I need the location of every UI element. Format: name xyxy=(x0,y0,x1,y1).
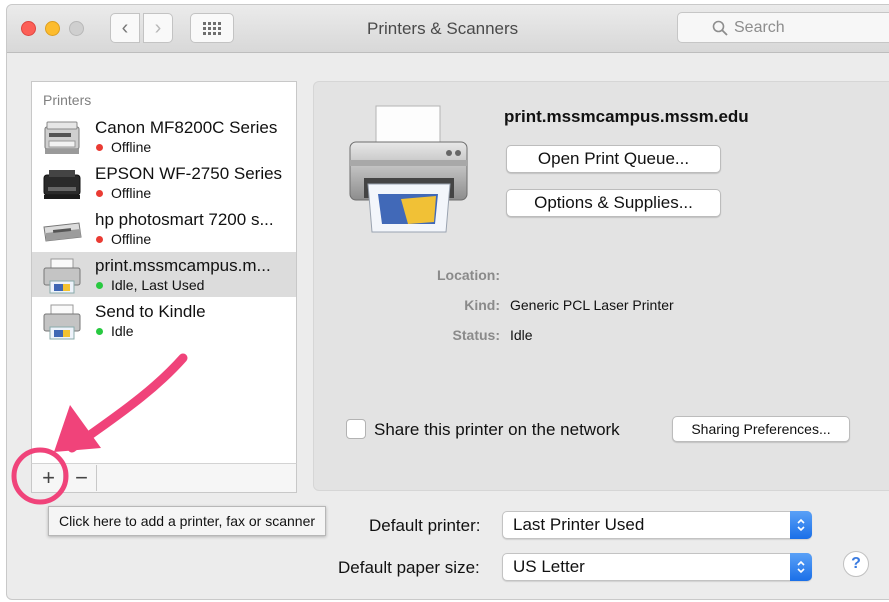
printer-item-canon[interactable]: Canon MF8200C Series Offline xyxy=(32,114,296,159)
search-placeholder: Search xyxy=(734,18,785,36)
printer-large-icon xyxy=(349,105,468,233)
status-dot-idle xyxy=(96,328,103,335)
status-dot-offline xyxy=(96,144,103,151)
open-print-queue-button[interactable]: Open Print Queue... xyxy=(506,145,721,173)
kind-label: Kind: xyxy=(464,297,500,313)
printer-list: Printers Canon MF8200C Series Offline EP… xyxy=(31,81,297,464)
add-printer-button[interactable]: + xyxy=(34,465,64,491)
location-label: Location: xyxy=(437,267,500,283)
share-printer-checkbox[interactable] xyxy=(346,419,366,439)
minimize-window-button[interactable] xyxy=(45,21,60,36)
multifunction-printer-icon xyxy=(44,121,80,154)
status-dot-idle xyxy=(96,282,103,289)
printer-name: print.mssmcampus.m... xyxy=(95,256,271,275)
chevron-left-icon: ‹ xyxy=(121,16,129,39)
printer-name: hp photosmart 7200 s... xyxy=(95,210,274,229)
back-button[interactable]: ‹ xyxy=(110,13,140,43)
chevron-right-icon: › xyxy=(154,16,162,39)
options-supplies-button[interactable]: Options & Supplies... xyxy=(506,189,721,217)
search-field[interactable]: Search xyxy=(677,12,889,43)
printer-item-hp[interactable]: hp photosmart 7200 s... Offline xyxy=(32,206,296,251)
default-paper-size-select[interactable]: US Letter xyxy=(502,553,812,581)
default-paper-size-label: Default paper size: xyxy=(338,558,480,577)
printer-list-header: Printers xyxy=(43,92,92,108)
printer-name: Send to Kindle xyxy=(95,302,206,321)
default-paper-size-value: US Letter xyxy=(513,557,585,576)
status-label: Status: xyxy=(452,327,500,343)
search-icon xyxy=(712,20,728,36)
printer-name: Canon MF8200C Series xyxy=(95,118,278,137)
zoom-window-button[interactable] xyxy=(69,21,84,36)
default-printer-select[interactable]: Last Printer Used xyxy=(502,511,812,539)
printer-status: Offline xyxy=(111,185,152,201)
kind-value: Generic PCL Laser Printer xyxy=(510,297,674,313)
printer-list-toolbar: + − xyxy=(31,463,297,493)
network-printer-icon xyxy=(43,258,81,294)
default-printer-value: Last Printer Used xyxy=(513,515,645,534)
printer-status: Offline xyxy=(111,139,152,155)
remove-printer-button[interactable]: − xyxy=(67,465,97,491)
printer-status: Offline xyxy=(111,231,152,247)
help-button[interactable]: ? xyxy=(843,551,869,577)
show-all-button[interactable] xyxy=(190,13,234,43)
select-stepper-icon xyxy=(790,511,812,539)
status-dot-offline xyxy=(96,236,103,243)
title-bar: ‹ › Printers & Scanners Search xyxy=(7,5,889,53)
printer-status: Idle xyxy=(111,323,134,339)
share-printer-label: Share this printer on the network xyxy=(374,420,620,439)
add-printer-tooltip: Click here to add a printer, fax or scan… xyxy=(48,506,327,536)
printer-detail-panel: print.mssmcampus.mssm.edu Open Print Que… xyxy=(313,81,889,491)
forward-button[interactable]: › xyxy=(143,13,173,43)
status-value: Idle xyxy=(510,327,533,343)
sharing-preferences-button[interactable]: Sharing Preferences... xyxy=(672,416,850,442)
printer-title: print.mssmcampus.mssm.edu xyxy=(504,107,749,126)
status-dot-offline xyxy=(96,190,103,197)
select-stepper-icon xyxy=(790,553,812,581)
printer-status: Idle, Last Used xyxy=(111,277,205,293)
photo-printer-icon xyxy=(43,222,82,242)
printer-item-mssm[interactable]: print.mssmcampus.m... Idle, Last Used xyxy=(32,252,296,297)
printer-item-epson[interactable]: EPSON WF-2750 Series Offline xyxy=(32,160,296,205)
window-title: Printers & Scanners xyxy=(367,19,519,38)
grid-icon xyxy=(203,22,221,35)
inkjet-printer-icon xyxy=(43,170,81,199)
close-window-button[interactable] xyxy=(21,21,36,36)
default-printer-label: Default printer: xyxy=(369,516,481,535)
printer-name: EPSON WF-2750 Series xyxy=(95,164,283,183)
network-printer-icon xyxy=(43,304,81,340)
printer-item-kindle[interactable]: Send to Kindle Idle xyxy=(32,298,296,343)
